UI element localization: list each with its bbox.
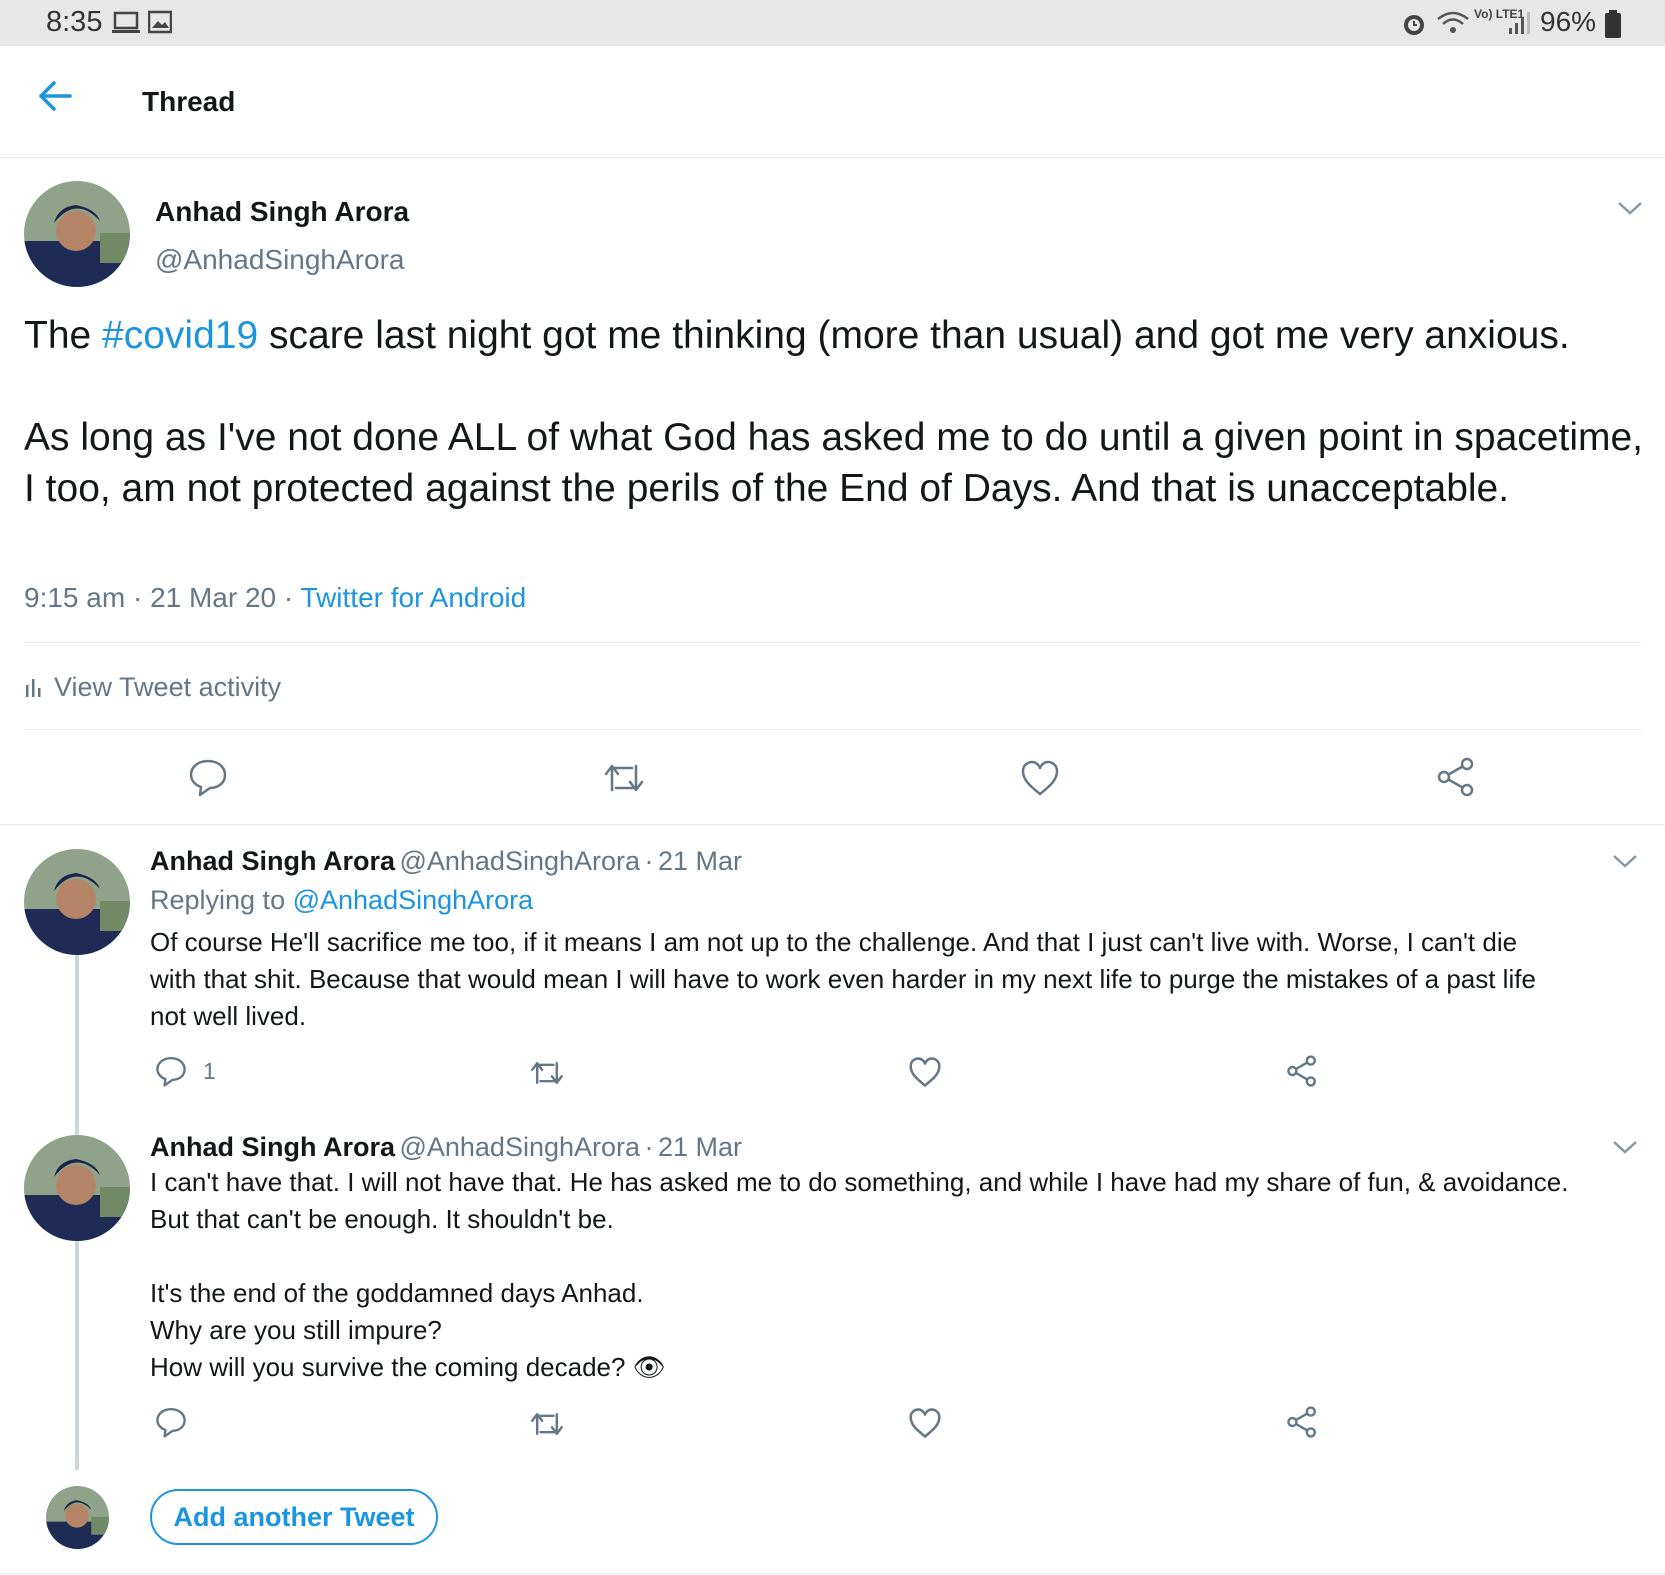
battery-icon [1605, 10, 1621, 38]
share-icon[interactable] [1436, 757, 1476, 797]
wifi-icon [1437, 11, 1469, 33]
image-icon [148, 10, 172, 34]
chevron-down-icon[interactable] [1612, 1139, 1638, 1155]
reply-icon[interactable] [188, 757, 228, 797]
replying-to: Replying to @AnhadSinghArora [150, 885, 533, 916]
avatar-image [24, 849, 130, 955]
avatar[interactable] [24, 849, 130, 955]
reply-author-name[interactable]: Anhad Singh Arora [150, 1132, 395, 1162]
reply-count: 1 [203, 1058, 216, 1084]
reply-text: Of course He'll sacrifice me too, if it … [150, 927, 1536, 1031]
bar-chart-icon [26, 679, 41, 697]
laptop-icon [112, 11, 140, 33]
meta-separator: · [644, 1132, 654, 1162]
share-icon[interactable] [1286, 1406, 1318, 1438]
view-activity-label: View Tweet activity [54, 672, 282, 702]
like-icon[interactable] [908, 1056, 942, 1088]
back-arrow-icon[interactable] [36, 76, 76, 116]
avatar-image [24, 181, 130, 287]
signal-icon [1509, 12, 1530, 34]
replying-to-handle[interactable]: @AnhadSinghArora [293, 885, 534, 915]
add-another-tweet-button[interactable]: Add another Tweet [150, 1489, 438, 1545]
divider [24, 729, 1641, 730]
tweet-meta: 9:15 am · 21 Mar 20 · Twitter for Androi… [24, 582, 526, 614]
tweet-text-start: The [24, 314, 103, 357]
like-icon[interactable] [908, 1407, 942, 1439]
retweet-icon[interactable] [602, 760, 646, 796]
hashtag-link[interactable]: #covid19 [102, 314, 258, 357]
alarm-icon [1404, 15, 1424, 35]
author-name[interactable]: Anhad Singh Arora [155, 196, 409, 228]
divider [0, 824, 1665, 825]
reply-author-name[interactable]: Anhad Singh Arora [150, 846, 395, 876]
reply-text: I can't have that. I will not have that.… [150, 1167, 1569, 1382]
tweet-time: 9:15 am [24, 582, 126, 613]
reply-date: 21 Mar [657, 1132, 742, 1162]
meta-separator: · [132, 582, 151, 613]
like-icon[interactable] [1020, 759, 1060, 797]
retweet-icon[interactable] [529, 1058, 565, 1088]
tweet-source-link[interactable]: Twitter for Android [301, 582, 527, 613]
reply-author-handle[interactable]: @AnhadSinghArora [399, 1132, 640, 1162]
meta-separator: · [283, 582, 301, 613]
reply-author-handle[interactable]: @AnhadSinghArora [399, 846, 640, 876]
meta-separator: · [644, 846, 654, 876]
thread-header: Thread [0, 46, 1665, 158]
reply-header: Anhad Singh Arora @AnhadSinghArora · 21 … [150, 846, 742, 877]
status-bar: 8:35 Vo) LTE1 96% [0, 0, 1665, 46]
divider [24, 642, 1641, 643]
tweet-date: 21 Mar 20 [150, 582, 277, 613]
reply-header: Anhad Singh Arora @AnhadSinghArora · 21 … [150, 1132, 742, 1163]
view-activity-link[interactable]: View Tweet activity [24, 672, 281, 703]
avatar-image [46, 1486, 109, 1549]
avatar[interactable] [24, 1135, 130, 1241]
battery-percent: 96% [1540, 6, 1597, 37]
status-time: 8:35 [46, 6, 103, 38]
reply-icon[interactable] [155, 1406, 187, 1438]
avatar[interactable] [24, 181, 130, 287]
share-icon[interactable] [1286, 1055, 1318, 1087]
replying-to-label: Replying to [150, 885, 286, 915]
retweet-icon[interactable] [529, 1409, 565, 1439]
reply-date: 21 Mar [657, 846, 742, 876]
page-title: Thread [142, 86, 236, 117]
avatar-image [24, 1135, 130, 1241]
tweet-text: The #covid19 scare last night got me thi… [24, 310, 1644, 514]
composer-avatar [46, 1486, 109, 1549]
chevron-down-icon[interactable] [1612, 853, 1638, 869]
author-handle[interactable]: @AnhadSinghArora [155, 244, 404, 276]
chevron-down-icon[interactable] [1617, 200, 1643, 216]
divider [0, 1573, 1665, 1574]
tweet-text-rest: scare last night got me thinking (more t… [24, 314, 1644, 510]
reply-icon[interactable] [155, 1055, 187, 1087]
